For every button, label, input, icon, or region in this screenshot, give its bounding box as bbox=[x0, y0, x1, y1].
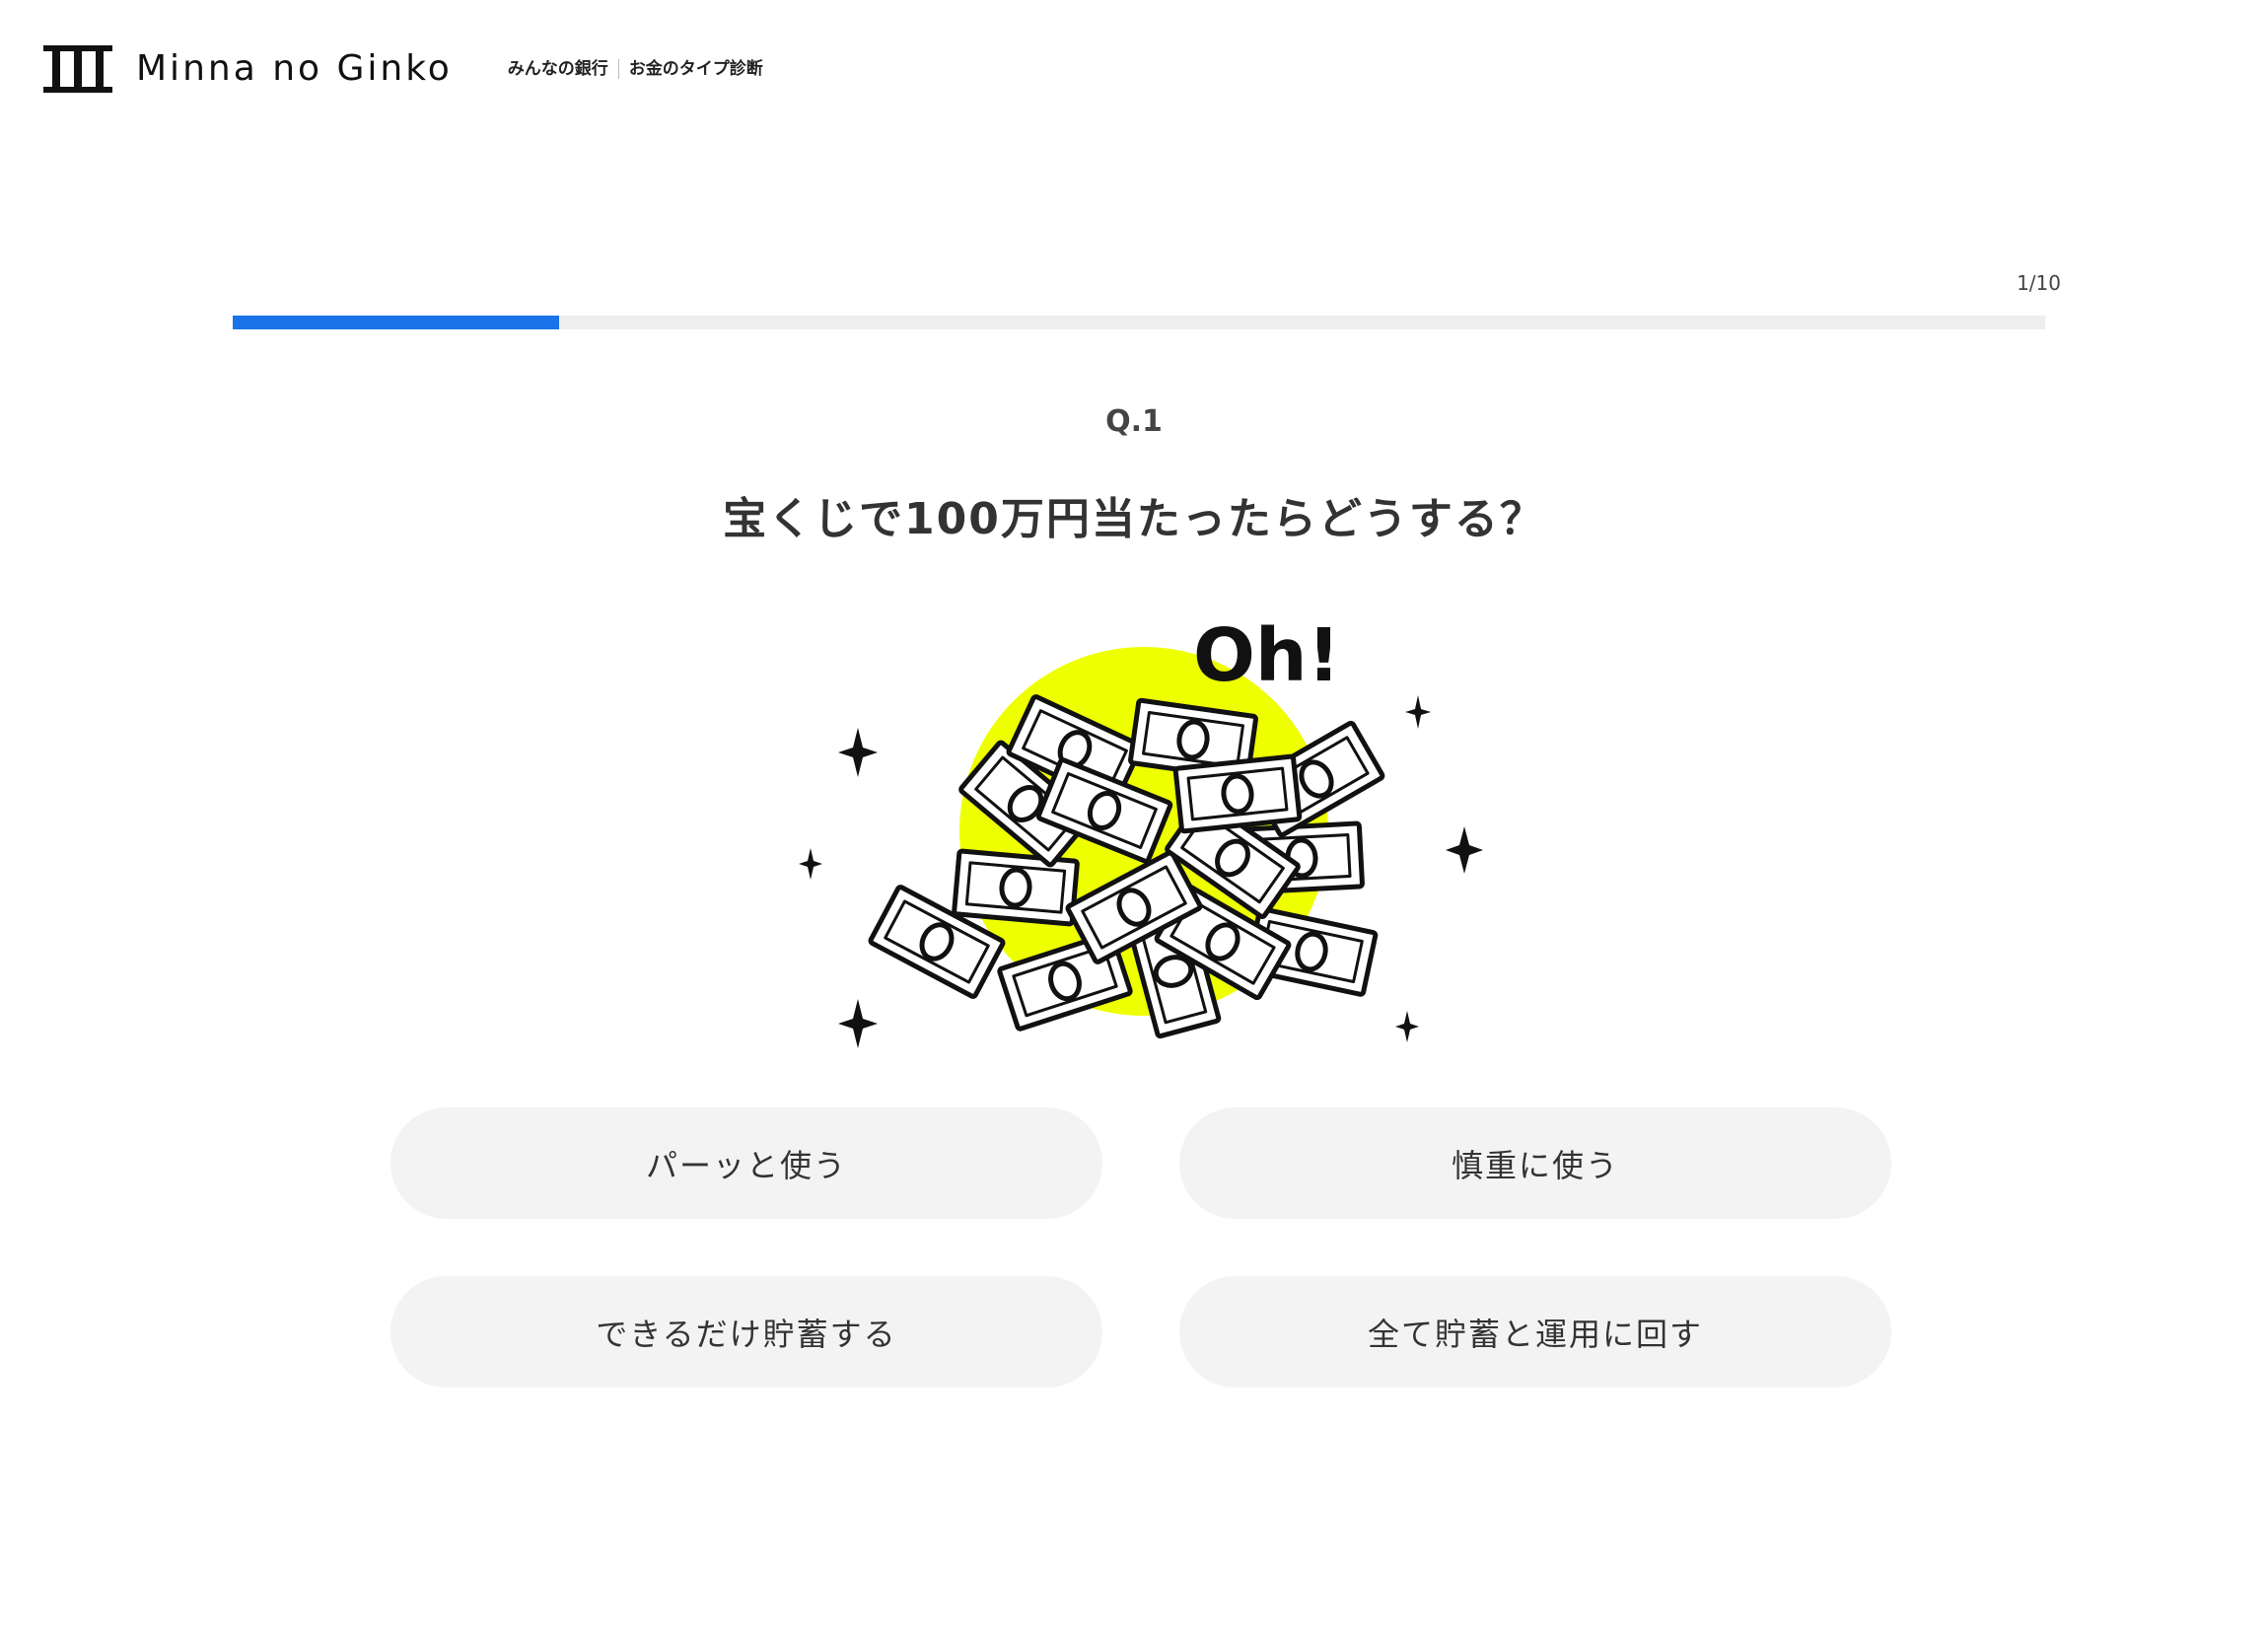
sparkle-icon bbox=[1395, 1011, 1419, 1042]
quiz-page: Minna no Ginko みんなの銀行 お金のタイプ診断 1/10 Q.1 … bbox=[0, 0, 2268, 1638]
progress-count: 1/10 bbox=[2017, 271, 2061, 295]
oh-caption: Oh! bbox=[1193, 613, 1340, 698]
answer-button-3[interactable]: できるだけ貯蓄する bbox=[390, 1276, 1102, 1388]
answer-button-1[interactable]: パーッと使う bbox=[390, 1107, 1102, 1219]
bank-name: みんなの銀行 bbox=[507, 58, 608, 79]
header: Minna no Ginko みんなの銀行 お金のタイプ診断 bbox=[43, 41, 763, 97]
sparkle-icon bbox=[1405, 695, 1431, 729]
answer-button-4[interactable]: 全て貯蓄と運用に回す bbox=[1179, 1276, 1891, 1388]
sparkle-icon bbox=[1446, 826, 1483, 874]
sparkle-icon bbox=[838, 999, 878, 1048]
header-divider bbox=[617, 59, 619, 79]
progress-bar bbox=[233, 316, 2045, 329]
money-pile-illustration: Oh! bbox=[799, 613, 1483, 1048]
brand-name[interactable]: Minna no Ginko bbox=[136, 51, 453, 87]
page-name: お金のタイプ診断 bbox=[628, 58, 763, 79]
answer-options: パーッと使う 慎重に使う できるだけ貯蓄する 全て貯蓄と運用に回す bbox=[390, 1107, 1891, 1388]
progress-bar-fill bbox=[233, 316, 559, 329]
minna-no-ginko-logo-icon[interactable] bbox=[43, 45, 112, 93]
header-subtitle: みんなの銀行 お金のタイプ診断 bbox=[508, 59, 763, 79]
question-text: 宝くじで100万円当たったらどうする？ bbox=[723, 494, 1545, 544]
sparkle-icon bbox=[799, 848, 822, 880]
answer-button-2[interactable]: 慎重に使う bbox=[1179, 1107, 1891, 1219]
question-number: Q.1 bbox=[1105, 404, 1163, 439]
sparkle-icon bbox=[838, 728, 878, 777]
